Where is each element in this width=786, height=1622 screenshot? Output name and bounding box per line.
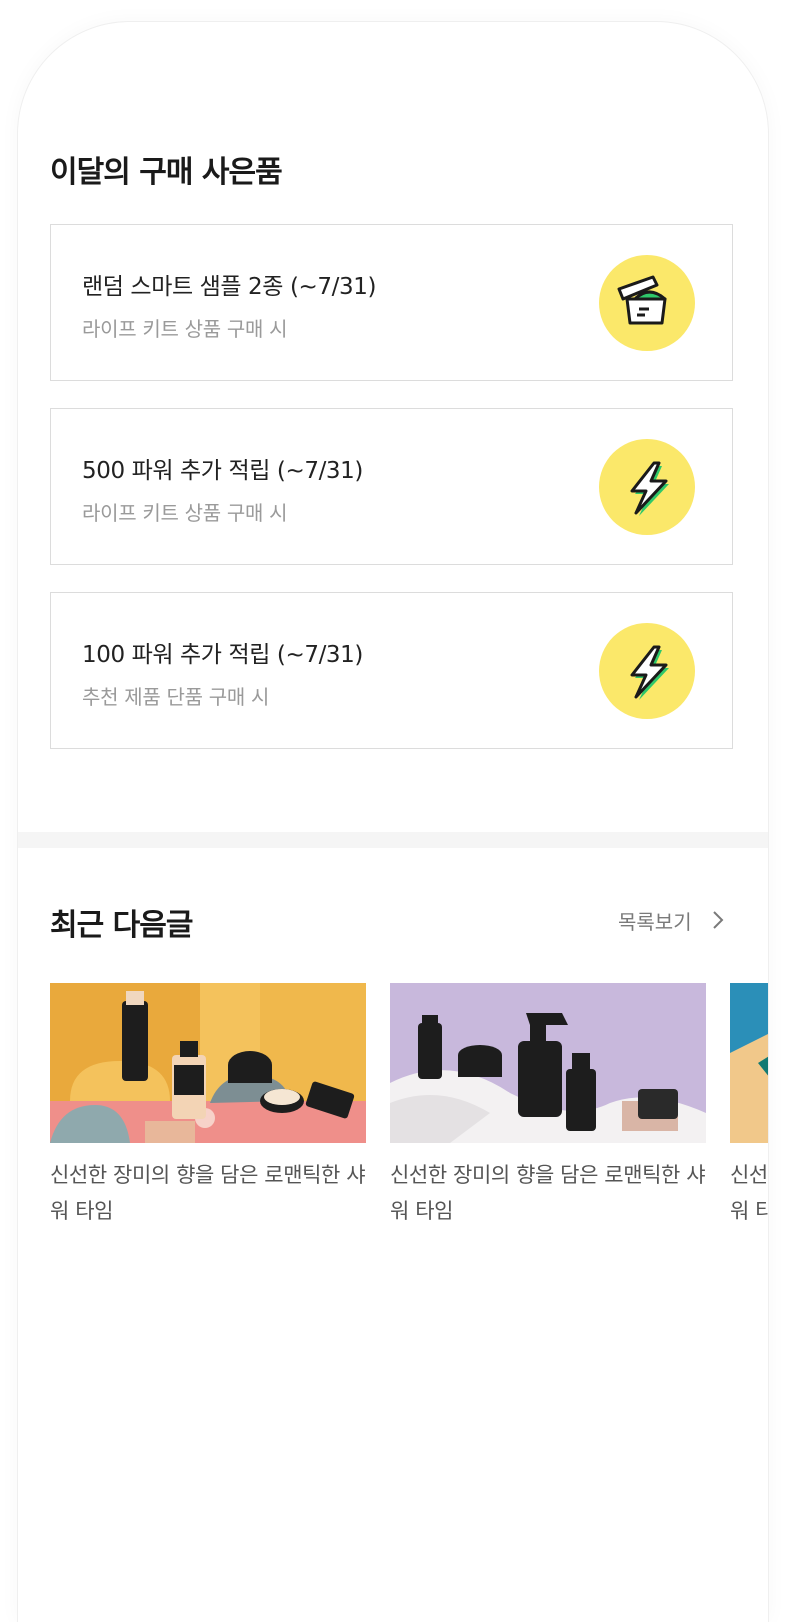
sample-jar-icon	[599, 255, 695, 351]
gift-title: 랜덤 스마트 샘플 2종 (~7/31)	[82, 274, 377, 300]
recent-section-title: 최근 다음글	[50, 908, 193, 943]
lightning-icon	[599, 623, 695, 719]
list-view-link[interactable]: 목록보기	[618, 906, 692, 935]
post-thumbnail	[390, 983, 706, 1143]
post-title: 신선한 장미의 향을 담은 로맨틱한 샤워 타임	[730, 1163, 768, 1223]
gift-title: 500 파워 추가 적립 (~7/31)	[82, 458, 363, 484]
gift-subtitle: 라이프 키트 상품 구매 시	[82, 317, 288, 341]
gift-card[interactable]: 100 파워 추가 적립 (~7/31) 추천 제품 단품 구매 시	[50, 592, 733, 749]
post-thumbnail	[730, 983, 768, 1143]
lightning-icon	[599, 439, 695, 535]
post-card[interactable]: 신선한 장미의 향을 담은 로맨틱한 샤워 타임	[730, 983, 768, 1229]
app-screen: 이달의 구매 사은품 랜덤 스마트 샘플 2종 (~7/31) 라이프 키트 상…	[18, 22, 768, 1622]
post-title: 신선한 장미의 향을 담은 로맨틱한 샤워 타임	[50, 1163, 366, 1223]
gift-card[interactable]: 500 파워 추가 적립 (~7/31) 라이프 키트 상품 구매 시	[50, 408, 733, 565]
section-divider	[18, 832, 768, 848]
post-thumbnail	[50, 983, 366, 1143]
chevron-right-icon[interactable]	[711, 909, 725, 931]
post-card[interactable]: 신선한 장미의 향을 담은 로맨틱한 샤워 타임	[390, 983, 706, 1229]
gift-subtitle: 라이프 키트 상품 구매 시	[82, 501, 288, 525]
gift-title: 100 파워 추가 적립 (~7/31)	[82, 642, 363, 668]
gift-card[interactable]: 랜덤 스마트 샘플 2종 (~7/31) 라이프 키트 상품 구매 시	[50, 224, 733, 381]
gifts-section-title: 이달의 구매 사은품	[50, 155, 283, 190]
post-title: 신선한 장미의 향을 담은 로맨틱한 샤워 타임	[390, 1163, 706, 1223]
post-card[interactable]: 신선한 장미의 향을 담은 로맨틱한 샤워 타임	[50, 983, 366, 1229]
gift-subtitle: 추천 제품 단품 구매 시	[82, 685, 270, 709]
